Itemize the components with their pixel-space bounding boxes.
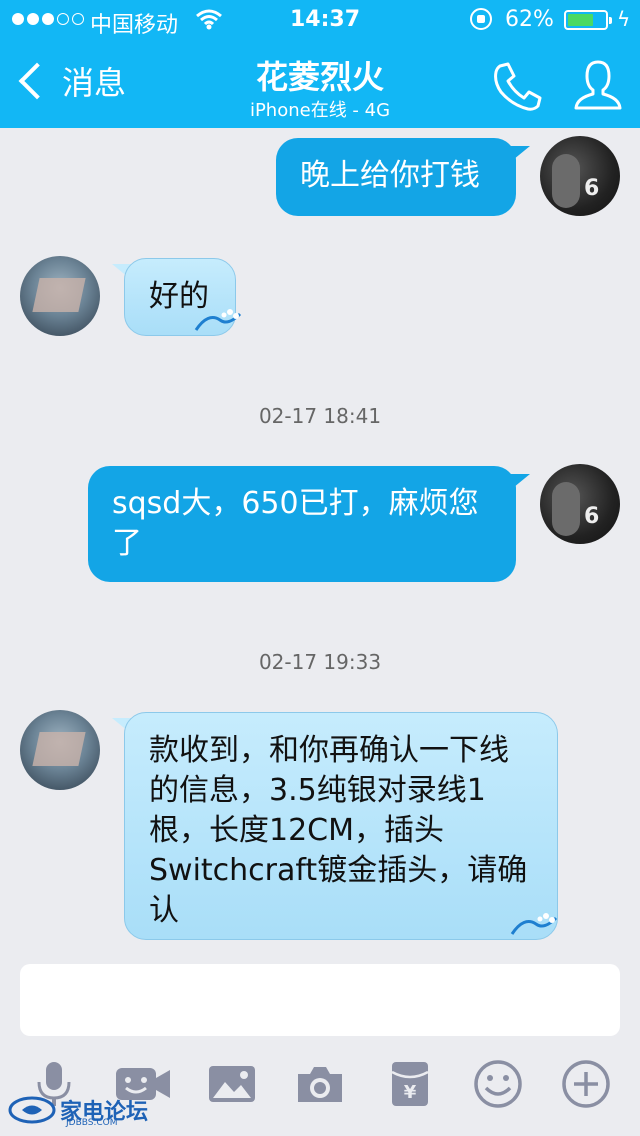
- battery-percent: 62%: [505, 7, 554, 32]
- message-bubble-incoming[interactable]: 款收到，和你再确认一下线的信息，3.5纯银对录线1根，长度12CM，插头Swit…: [124, 712, 558, 940]
- message-timestamp: 02-17 18:41: [258, 404, 382, 428]
- plus-icon[interactable]: [560, 1058, 612, 1110]
- camera-icon[interactable]: [294, 1058, 346, 1110]
- bubble-tail: [508, 474, 530, 492]
- wave-decoration-icon: [510, 913, 558, 935]
- battery-icon: [564, 10, 612, 30]
- message-timestamp: 02-17 19:33: [258, 650, 382, 674]
- message-input[interactable]: [20, 964, 620, 1036]
- avatar-self[interactable]: 6: [540, 136, 620, 216]
- emoji-icon[interactable]: [472, 1058, 524, 1110]
- charging-icon: ϟ: [617, 7, 631, 31]
- watermark: 家电论坛 JDBBS.COM: [8, 1094, 148, 1128]
- profile-icon[interactable]: [572, 58, 624, 112]
- battery-fill: [568, 14, 593, 26]
- message-bubble-outgoing[interactable]: 晚上给你打钱: [276, 138, 516, 216]
- phone-icon[interactable]: [490, 60, 544, 112]
- avatar-self[interactable]: 6: [540, 464, 620, 544]
- jdbbs-logo-icon: [8, 1096, 56, 1124]
- image-icon[interactable]: [206, 1058, 258, 1110]
- clock: 14:37: [290, 7, 361, 32]
- red-packet-icon[interactable]: ¥: [384, 1058, 436, 1110]
- message-bubble-outgoing[interactable]: sqsd大，650已打，麻烦您了: [88, 466, 516, 582]
- header: 中国移动 14:37 62% ϟ 消息 花菱烈火 iPhone在线 - 4G: [0, 0, 640, 128]
- chat-area[interactable]: 晚上给你打钱 6 好的 02-17 18:41 sqsd大，650已打，麻烦您了…: [0, 128, 640, 958]
- avatar-contact[interactable]: [20, 256, 100, 336]
- wave-decoration-icon: [194, 309, 242, 331]
- status-bar: 中国移动 14:37 62% ϟ: [0, 0, 640, 40]
- watermark-subtext: JDBBS.COM: [66, 1118, 118, 1128]
- avatar-contact[interactable]: [20, 710, 100, 790]
- carrier-label: 中国移动: [90, 13, 179, 38]
- bubble-tail: [508, 146, 530, 164]
- contact-status: iPhone在线 - 4G: [249, 100, 391, 121]
- svg-text:¥: ¥: [404, 1082, 417, 1103]
- rotation-lock-icon: [470, 8, 492, 30]
- signal-strength-icon: [12, 13, 84, 25]
- page-title: 花菱烈火: [255, 58, 384, 96]
- wifi-icon: [196, 9, 222, 30]
